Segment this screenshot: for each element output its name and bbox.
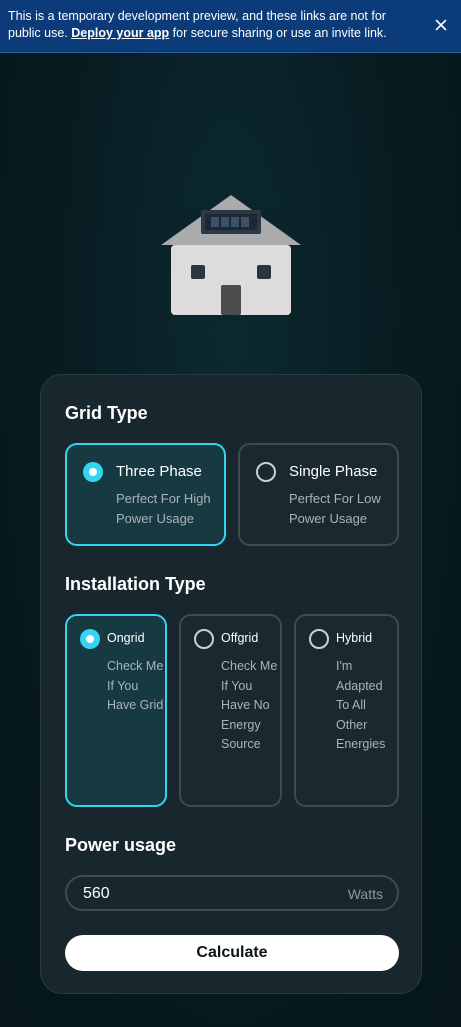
installation-option-label: Hybrid	[336, 631, 373, 645]
deploy-app-link[interactable]: Deploy your app	[71, 26, 169, 40]
power-unit-label: Watts	[347, 886, 383, 902]
power-usage-field[interactable]: Watts	[65, 875, 399, 911]
installation-type-title: Installation Type	[65, 574, 206, 594]
grid-type-title: Grid Type	[65, 403, 148, 423]
close-icon[interactable]	[433, 17, 449, 33]
radio-selected-icon[interactable]	[80, 629, 100, 649]
installation-option-label: Ongrid	[107, 631, 145, 645]
grid-option-three-phase[interactable]: Three Phase Perfect For High Power Usage	[65, 443, 226, 546]
power-usage-title: Power usage	[65, 835, 177, 855]
radio-unselected-icon[interactable]	[256, 462, 276, 482]
installation-option-offgrid[interactable]: Offgrid Check Me If You Have No Energy S…	[179, 614, 282, 807]
installation-option-description: Check Me If You Have No Energy Source	[221, 659, 278, 751]
grid-option-label: Single Phase	[289, 463, 378, 480]
installation-option-hybrid[interactable]: Hybrid I'm Adapted To All Other Energies	[294, 614, 399, 807]
calculate-button[interactable]: Calculate	[65, 935, 399, 971]
radio-unselected-icon[interactable]	[194, 629, 214, 649]
grid-option-single-phase[interactable]: Single Phase Perfect For Low Power Usage	[238, 443, 399, 546]
grid-option-description: Perfect For High Power Usage	[116, 491, 211, 526]
calculator-card: Grid Type Three Phase Perfect For High P…	[40, 374, 422, 994]
radio-selected-icon[interactable]	[83, 462, 103, 482]
grid-option-description: Perfect For Low Power Usage	[289, 491, 381, 526]
installation-option-ongrid[interactable]: Ongrid Check Me If You Have Grid	[65, 614, 167, 807]
installation-option-label: Offgrid	[221, 631, 259, 645]
power-usage-input[interactable]	[83, 884, 303, 904]
dev-preview-banner: This is a temporary development preview,…	[0, 0, 461, 53]
radio-unselected-icon[interactable]	[309, 629, 329, 649]
installation-option-description: Check Me If You Have Grid	[107, 659, 164, 712]
installation-option-description: I'm Adapted To All Other Energies	[336, 659, 386, 751]
grid-option-label: Three Phase	[116, 463, 202, 480]
banner-text-after: for secure sharing or use an invite link…	[169, 26, 387, 40]
house-with-solar-panel-icon	[150, 185, 312, 325]
